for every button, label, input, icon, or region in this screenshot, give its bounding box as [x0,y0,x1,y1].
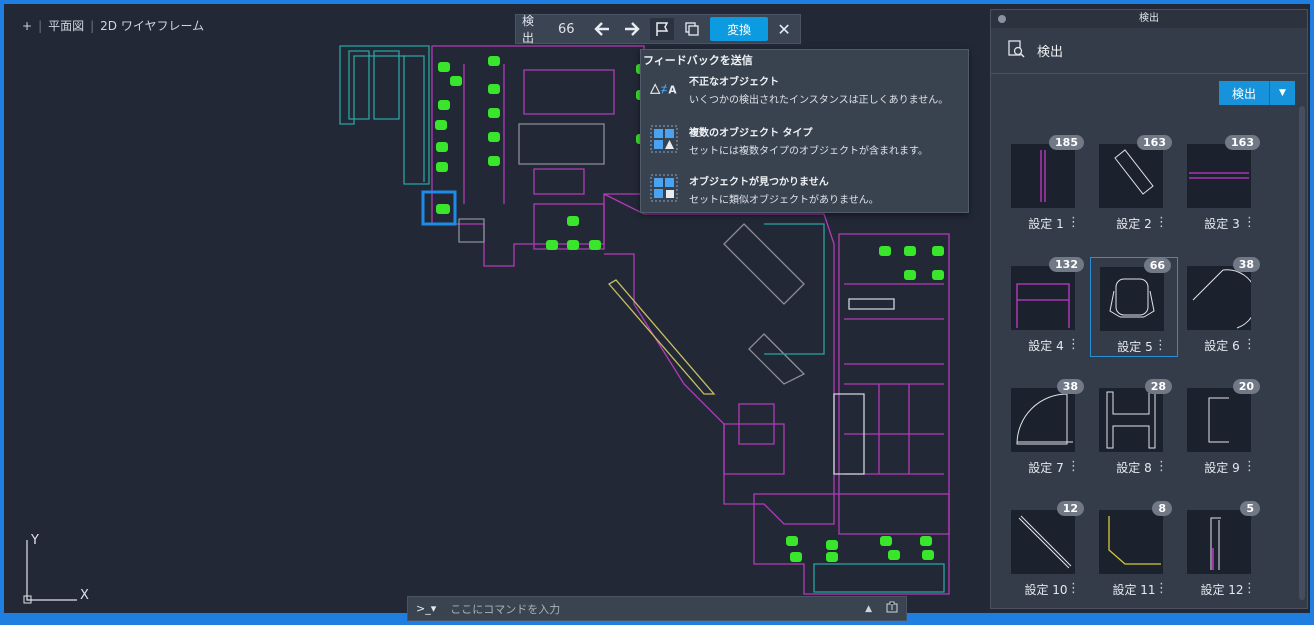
feedback-item-title: オブジェクトが見つかりません [689,177,829,188]
set-card-10[interactable]: 12 設定 10 ⋮ [1002,501,1090,601]
detect-count: 66 [557,21,575,37]
chevron-down-icon[interactable]: ▼ [1269,81,1295,105]
panel-window-title: 検出 [1139,13,1159,24]
svg-text:A: A [668,84,677,96]
set-thumbnail [1011,388,1075,452]
more-options-icon[interactable]: ⋮ [1067,337,1080,352]
panel-header-title: 検出 [1037,45,1064,60]
count-badge: 163 [1137,135,1172,150]
viewport-controls[interactable]: + | 平面図 | 2D ワイヤフレーム [22,17,204,34]
count-badge: 38 [1056,379,1084,394]
more-options-icon[interactable]: ⋮ [1243,459,1256,474]
more-options-icon[interactable]: ⋮ [1243,581,1256,596]
set-card-1[interactable]: 185 設定 1 ⋮ [1002,135,1090,235]
more-options-icon[interactable]: ⋮ [1155,459,1168,474]
ucs-x-label: X [80,588,89,603]
count-badge: 12 [1056,501,1084,516]
panel-scrollbar[interactable] [1299,106,1305,600]
set-card-9[interactable]: 20 設定 9 ⋮ [1178,379,1266,479]
caret-up-icon[interactable]: ▲ [865,604,872,614]
set-card-4[interactable]: 132 設定 4 ⋮ [1002,257,1090,357]
set-thumbnail [1011,510,1075,574]
set-card-12[interactable]: 5 設定 12 ⋮ [1178,501,1266,601]
count-badge: 163 [1225,135,1260,150]
detect-toolbar: 検出 66 変換 ✕ [515,14,801,45]
count-badge: 20 [1232,379,1260,394]
set-thumbnail [1187,266,1258,330]
convert-button[interactable]: 変換 [710,17,769,41]
count-badge: 38 [1232,257,1260,272]
ucs-y-label: Y [30,533,39,548]
panel-header: 検出 [991,28,1307,74]
count-badge: 132 [1049,257,1084,272]
count-badge: 185 [1049,135,1084,150]
set-thumbnail [1099,388,1163,452]
more-options-icon[interactable]: ⋮ [1243,215,1256,230]
count-badge: 5 [1240,501,1260,516]
close-icon[interactable]: ✕ [774,20,794,39]
ucs-icon: Y X [23,533,89,604]
more-options-icon[interactable]: ⋮ [1155,215,1168,230]
more-options-icon[interactable]: ⋮ [1067,215,1080,230]
panel-menu-dot-icon[interactable] [998,15,1006,23]
set-thumbnail [1099,510,1163,574]
detect-button[interactable]: 検出 [1219,81,1269,105]
detect-label: 検出 [522,14,535,45]
command-line[interactable]: >_▾ ここにコマンドを入力 ▲ [407,596,907,621]
feedback-item-not-found[interactable]: オブジェクトが見つかりません セットに類似オブジェクトがありません。 [649,173,879,206]
select-copy-icon[interactable] [680,18,704,40]
more-options-icon[interactable]: ⋮ [1155,581,1168,596]
missing-object-icon [649,173,679,203]
set-thumbnail [1100,267,1164,331]
command-prompt-icon[interactable]: >_▾ [416,602,436,615]
visual-style[interactable]: 2D ワイヤフレーム [100,17,204,34]
feedback-item-title: 不正なオブジェクト [689,77,779,88]
more-options-icon[interactable]: ⋮ [1154,338,1167,353]
set-thumbnail [1187,144,1251,208]
set-card-3[interactable]: 163 設定 3 ⋮ [1178,135,1266,235]
command-input[interactable]: ここにコマンドを入力 [450,601,851,617]
feedback-item-incorrect[interactable]: A 不正なオブジェクト いくつかの検出されたインスタンスは正しくありません。 [649,73,948,106]
viewport-menu-plus[interactable]: + [22,19,32,33]
set-card-11[interactable]: 8 設定 11 ⋮ [1090,501,1178,601]
detect-search-icon [1007,39,1025,62]
feedback-item-desc: いくつかの検出されたインスタンスは正しくありません。 [689,95,949,106]
feedback-title: フィードバックを送信 [643,54,753,67]
more-options-icon[interactable]: ⋮ [1067,581,1080,596]
feedback-item-desc: セットに類似オブジェクトがありません。 [689,195,879,206]
set-card-6[interactable]: 38 設定 6 ⋮ [1178,257,1266,357]
count-badge: 8 [1152,501,1172,516]
panel-titlebar[interactable]: 検出 [991,10,1307,28]
triangle-notequal-a-icon: A [649,73,679,103]
clipboard-icon[interactable] [886,601,898,616]
more-options-icon[interactable]: ⋮ [1067,459,1080,474]
count-badge: 66 [1143,258,1171,273]
feedback-item-desc: セットには複数タイプのオブジェクトが含まれます。 [689,146,928,157]
flag-feedback-icon[interactable] [650,18,675,40]
more-options-icon[interactable]: ⋮ [1243,337,1256,352]
multi-shape-icon [649,124,679,154]
feedback-popup: フィードバックを送信 A 不正なオブジェクト いくつかの検出されたインスタンスは… [640,49,969,213]
set-card-8[interactable]: 28 設定 8 ⋮ [1090,379,1178,479]
feedback-item-multiple-types[interactable]: 複数のオブジェクト タイプ セットには複数タイプのオブジェクトが含まれます。 [649,124,928,157]
detect-panel: 検出 検出 検出 ▼ 185 設定 1 ⋮ 163 設定 2 ⋮ 163 設定 … [990,9,1308,609]
feedback-item-title: 複数のオブジェクト タイプ [689,128,813,139]
count-badge: 28 [1144,379,1172,394]
detect-split-button[interactable]: 検出 ▼ [1219,81,1295,105]
set-card-5[interactable]: 66 設定 5 ⋮ [1090,257,1178,357]
set-card-7[interactable]: 38 設定 7 ⋮ [1002,379,1090,479]
set-thumbnail [1099,144,1163,208]
set-thumbnail [1187,388,1251,452]
set-thumbnail [1011,266,1075,330]
set-card-2[interactable]: 163 設定 2 ⋮ [1090,135,1178,235]
set-thumbnail [1011,144,1075,208]
set-thumbnail [1187,510,1251,574]
view-name[interactable]: 平面図 [48,17,84,34]
arrow-left-icon[interactable] [591,18,615,40]
arrow-right-icon[interactable] [620,18,644,40]
